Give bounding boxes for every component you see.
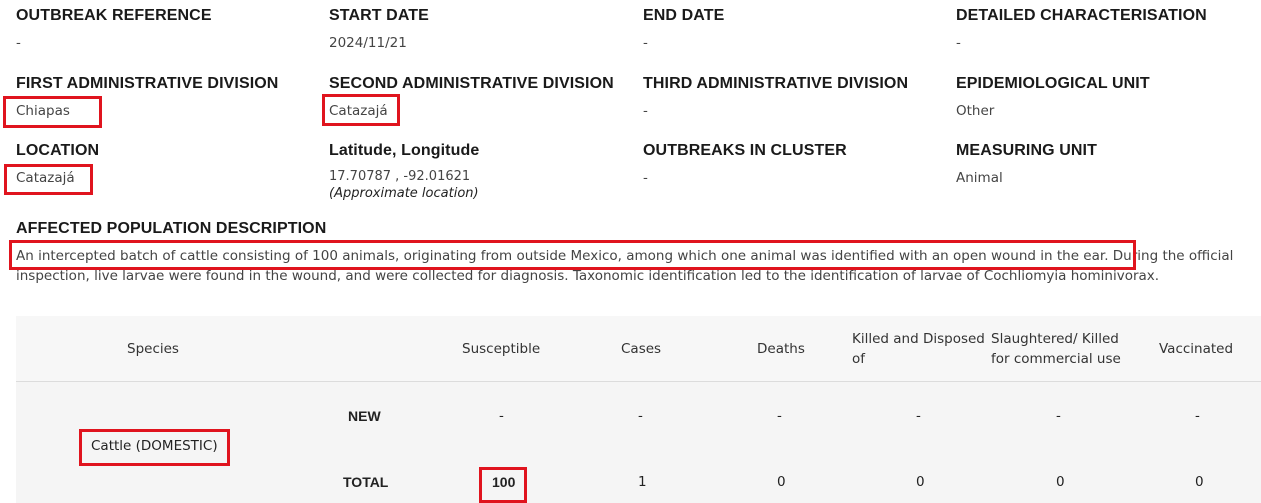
start-date-label: START DATE (329, 7, 429, 24)
measuring-unit-field: MEASURING UNIT Animal (956, 142, 1097, 186)
new-killed: - (916, 408, 921, 424)
third-admin-division-label: THIRD ADMINISTRATIVE DIVISION (643, 75, 909, 92)
new-slaughtered: - (1056, 408, 1061, 424)
row-type-total: TOTAL (343, 474, 389, 490)
approximate-location-note: (Approximate location) (329, 186, 479, 201)
total-vaccinated: 0 (1195, 474, 1204, 490)
susceptible-total-highlight (479, 467, 527, 503)
second-admin-division-label: SECOND ADMINISTRATIVE DIVISION (329, 75, 614, 92)
header-species: Species (127, 341, 179, 357)
outbreak-reference-label: OUTBREAK REFERENCE (16, 7, 212, 24)
total-killed: 0 (916, 474, 925, 490)
outbreaks-in-cluster-value: - (643, 170, 648, 186)
start-date-field: START DATE 2024/11/21 (329, 7, 429, 51)
total-deaths: 0 (777, 474, 786, 490)
first-admin-division-label: FIRST ADMINISTRATIVE DIVISION (16, 75, 279, 92)
new-deaths: - (777, 408, 782, 424)
species-highlight (79, 429, 230, 466)
outbreaks-in-cluster-field: OUTBREAKS IN CLUSTER - (643, 142, 847, 186)
end-date-value: - (643, 35, 648, 51)
total-slaughtered: 0 (1056, 474, 1065, 490)
detailed-characterisation-field: DETAILED CHARACTERISATION - (956, 7, 1207, 51)
detailed-characterisation-value: - (956, 35, 961, 51)
row-type-new: NEW (348, 408, 381, 424)
total-cases: 1 (638, 474, 647, 490)
header-killed-disposed: Killed and Disposed of (852, 331, 985, 367)
measuring-unit-value: Animal (956, 170, 1003, 186)
outbreaks-in-cluster-label: OUTBREAKS IN CLUSTER (643, 142, 847, 159)
lat-long-label: Latitude, Longitude (329, 142, 480, 159)
epidemiological-unit-field: EPIDEMIOLOGICAL UNIT Other (956, 75, 1150, 119)
header-cases: Cases (621, 341, 662, 357)
epidemiological-unit-label: EPIDEMIOLOGICAL UNIT (956, 75, 1150, 92)
new-vaccinated: - (1195, 408, 1200, 424)
table-header: Species Susceptible Cases Deaths Killed … (16, 316, 1261, 382)
detailed-characterisation-label: DETAILED CHARACTERISATION (956, 7, 1207, 24)
epidemiological-unit-value: Other (956, 103, 995, 119)
third-admin-division-field: THIRD ADMINISTRATIVE DIVISION - (643, 75, 908, 119)
affected-population-field: AFFECTED POPULATION DESCRIPTION (16, 220, 326, 238)
header-slaughtered: Slaughtered/ Killed for commercial use (991, 331, 1121, 367)
end-date-field: END DATE - (643, 7, 724, 51)
end-date-label: END DATE (643, 7, 725, 24)
affected-population-label: AFFECTED POPULATION DESCRIPTION (16, 220, 327, 237)
new-cases: - (638, 408, 643, 424)
header-vaccinated: Vaccinated (1159, 341, 1234, 357)
header-deaths: Deaths (757, 341, 805, 357)
first-admin-division-highlight (3, 96, 102, 128)
lat-long-value: 17.70787 , -92.01621 (329, 169, 471, 184)
location-label: LOCATION (16, 142, 100, 159)
location-highlight (4, 164, 93, 195)
quantitative-data-table: Species Susceptible Cases Deaths Killed … (16, 316, 1261, 503)
third-admin-division-value: - (643, 103, 648, 119)
header-susceptible: Susceptible (462, 341, 541, 357)
measuring-unit-label: MEASURING UNIT (956, 142, 1097, 159)
affected-population-highlight (9, 240, 1136, 270)
start-date-value: 2024/11/21 (329, 35, 407, 51)
outbreak-reference-value: - (16, 35, 21, 51)
outbreak-reference-field: OUTBREAK REFERENCE - (16, 7, 212, 51)
new-susceptible: - (499, 408, 504, 424)
lat-long-field: Latitude, Longitude 17.70787 , -92.01621… (329, 142, 479, 201)
second-admin-division-highlight (322, 94, 400, 126)
